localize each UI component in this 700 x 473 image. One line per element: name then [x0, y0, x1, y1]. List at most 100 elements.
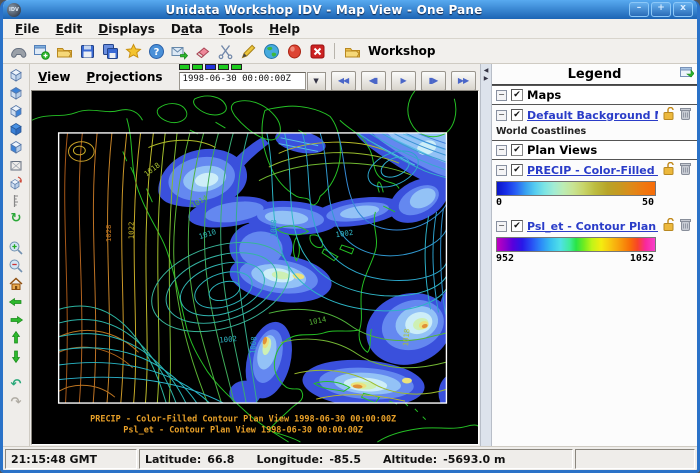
menu-edit[interactable]: Edit [48, 22, 91, 36]
main-content: ↻ ↶ ↷ View Projections [3, 64, 697, 446]
menu-data[interactable]: Data [163, 22, 211, 36]
maps-section-label: Maps [527, 88, 561, 102]
star-icon[interactable] [124, 42, 142, 60]
psl-visibility-checkbox[interactable]: ✔ [511, 220, 523, 232]
psl-display-link[interactable]: Psl_et - Contour Plan Vi... [527, 220, 658, 233]
controller-icon[interactable] [9, 42, 27, 60]
collapse-right-icon[interactable]: ▶ [484, 76, 489, 82]
menu-file[interactable]: File [7, 22, 48, 36]
collapse-icon[interactable]: − [496, 145, 507, 156]
time-step-current[interactable] [205, 64, 216, 70]
default-background-maps-link[interactable]: Default Background Maps [527, 109, 658, 122]
pencil-icon[interactable] [239, 42, 257, 60]
latitude-label: Latitude: [145, 453, 201, 466]
legend-panel: Legend − ✔ Maps − ✔ Default Background M… [492, 64, 697, 446]
help-icon[interactable]: ? [147, 42, 165, 60]
cube-front-view-icon[interactable] [7, 102, 25, 119]
scissors-icon[interactable] [216, 42, 234, 60]
play-button[interactable]: ▶ [391, 71, 416, 91]
time-step-boxes[interactable] [179, 64, 326, 70]
cube-top-view-icon[interactable] [7, 66, 25, 83]
time-value-field[interactable]: 1998-06-30 00:00:00Z [179, 72, 306, 90]
time-step[interactable] [192, 64, 203, 70]
viewpoint-toolbar: ↻ ↶ ↷ [3, 64, 30, 446]
refresh-icon[interactable]: ↻ [7, 210, 25, 227]
trash-icon[interactable] [680, 107, 691, 123]
collapse-icon[interactable]: − [496, 110, 507, 121]
zoom-out-icon[interactable] [7, 257, 25, 274]
time-step[interactable] [179, 64, 190, 70]
default-maps-visibility-checkbox[interactable]: ✔ [511, 109, 523, 121]
menu-tools[interactable]: Tools [211, 22, 261, 36]
pan-down-icon[interactable] [7, 347, 25, 364]
pan-right-icon[interactable] [7, 311, 25, 328]
menu-projections[interactable]: Projections [86, 70, 178, 84]
psl-colorbar-wrap: 952 1052 [492, 236, 697, 266]
undo-icon[interactable]: ↶ [7, 376, 25, 393]
display-title-overlay: PRECIP - Color-Filled Contour Plan View … [90, 414, 396, 435]
exit-icon[interactable] [308, 42, 326, 60]
home-icon[interactable] [7, 275, 25, 292]
perspective-rotate-icon[interactable] [7, 174, 25, 191]
menu-view[interactable]: View [38, 70, 86, 84]
open-folder-icon[interactable] [55, 42, 73, 60]
ruler-icon[interactable] [7, 192, 25, 209]
send-mail-icon[interactable] [170, 42, 188, 60]
collapse-left-icon[interactable]: ◀ [484, 68, 489, 74]
app-icon: IDV [7, 3, 21, 17]
wireframe-box-icon[interactable] [7, 156, 25, 173]
step-back-button[interactable]: ◀▮ [361, 71, 386, 91]
fast-forward-button[interactable]: ▶▶ [451, 71, 476, 91]
precip-colorbar[interactable] [496, 181, 656, 196]
cube-filled-view-icon[interactable] [7, 120, 25, 137]
collapse-icon[interactable]: − [496, 90, 507, 101]
panel-splitter[interactable]: ◀ ▶ [480, 64, 492, 446]
pan-left-icon[interactable] [7, 293, 25, 310]
longitude-value: -85.5 [329, 453, 361, 466]
time-dropdown-button[interactable]: ▼ [307, 72, 326, 91]
title-bar[interactable]: IDV Unidata Workshop IDV - Map View - On… [3, 0, 697, 19]
step-forward-button[interactable]: ▮▶ [421, 71, 446, 91]
maps-visibility-checkbox[interactable]: ✔ [511, 89, 523, 101]
plan-views-visibility-checkbox[interactable]: ✔ [511, 144, 523, 156]
save-icon[interactable] [78, 42, 96, 60]
lock-icon[interactable] [662, 162, 675, 178]
trash-icon[interactable] [680, 162, 691, 178]
pan-up-icon[interactable] [7, 329, 25, 346]
cube-left-view-icon[interactable] [7, 138, 25, 155]
tool-bar: ? Workshop [3, 39, 697, 64]
altitude-value: -5693.0 m [443, 453, 505, 466]
legend-item-precip: − ✔ PRECIP - Color-Filled Co... [492, 160, 697, 180]
precip-display-link[interactable]: PRECIP - Color-Filled Co... [527, 164, 658, 177]
psl-max-label: 1052 [630, 253, 654, 264]
eraser-icon[interactable] [193, 42, 211, 60]
workshop-label[interactable]: Workshop [368, 44, 435, 58]
globe-icon[interactable] [262, 42, 280, 60]
time-step[interactable] [218, 64, 229, 70]
close-button[interactable]: x [673, 2, 693, 17]
map-panel: View Projections 1998-06-30 00:00:00Z [30, 64, 480, 446]
psl-colorbar[interactable] [496, 237, 656, 252]
collapse-icon[interactable]: − [496, 165, 507, 176]
record-icon[interactable] [285, 42, 303, 60]
map-view[interactable]: 1028 1022 1018 1014 1010 1008 1002 1002 … [31, 90, 479, 445]
lock-icon[interactable] [662, 218, 675, 234]
save-copy-icon[interactable] [101, 42, 119, 60]
maximize-button[interactable]: + [651, 2, 671, 17]
new-window-icon[interactable] [32, 42, 50, 60]
menu-displays[interactable]: Displays [90, 22, 163, 36]
workshop-folder-icon[interactable] [343, 42, 361, 60]
minimize-button[interactable]: – [629, 2, 649, 17]
menu-help[interactable]: Help [261, 22, 308, 36]
lock-icon[interactable] [662, 107, 675, 123]
collapse-icon[interactable]: − [496, 221, 507, 232]
float-legend-icon[interactable] [680, 67, 694, 82]
time-step[interactable] [231, 64, 242, 70]
zoom-in-icon[interactable] [7, 239, 25, 256]
trash-icon[interactable] [680, 218, 691, 234]
rewind-button[interactable]: ◀◀ [331, 71, 356, 91]
cube-side-view-icon[interactable] [7, 84, 25, 101]
precip-visibility-checkbox[interactable]: ✔ [511, 164, 523, 176]
map-canvas[interactable]: 1028 1022 1018 1014 1010 1008 1002 1002 … [32, 91, 478, 444]
legend-item-psl: − ✔ Psl_et - Contour Plan Vi... [492, 216, 697, 236]
